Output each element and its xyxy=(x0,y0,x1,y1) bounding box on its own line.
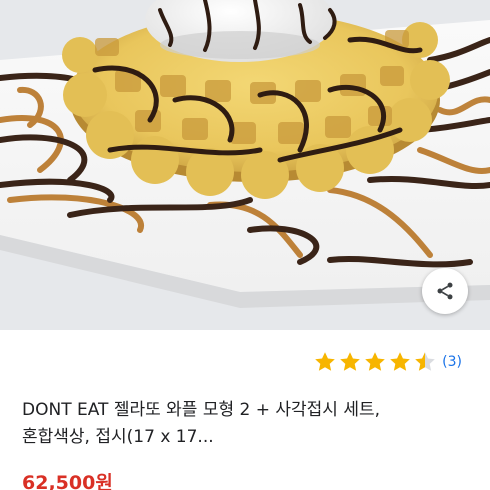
star-rating xyxy=(313,350,438,374)
product-info: (3) DONT EAT 젤라또 와플 모형 2 + 사각접시 세트, 혼합색상… xyxy=(0,330,490,490)
waffle-photo xyxy=(0,0,490,330)
product-title-line-1: DONT EAT 젤라또 와플 모형 2 + 사각접시 세트, xyxy=(22,400,381,420)
share-button[interactable] xyxy=(422,268,468,314)
product-price: 62,500원 xyxy=(22,472,113,490)
star-icon xyxy=(390,352,410,371)
star-icon xyxy=(315,352,335,371)
product-title-line-2: 혼합색상, 접시(17 x 17... xyxy=(22,427,214,447)
review-count[interactable]: (3) xyxy=(442,354,462,370)
product-title[interactable]: DONT EAT 젤라또 와플 모형 2 + 사각접시 세트, 혼합색상, 접시… xyxy=(22,397,472,451)
share-icon xyxy=(437,282,453,300)
product-image[interactable] xyxy=(0,0,490,330)
star-icon xyxy=(340,352,360,371)
star-icon xyxy=(415,352,435,371)
star-icon xyxy=(365,352,385,371)
rating[interactable]: (3) xyxy=(313,350,462,374)
